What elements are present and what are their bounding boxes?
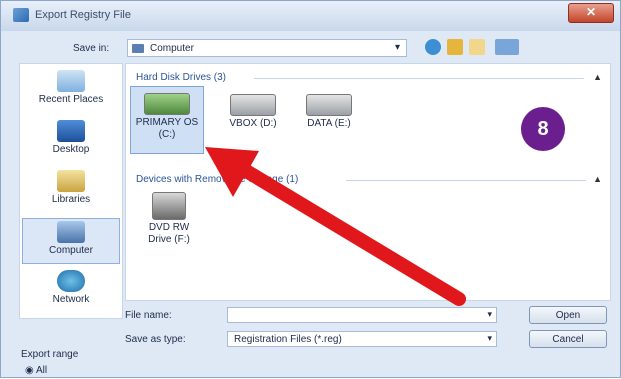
arrow-shaft (216, 150, 466, 306)
export-registry-dialog: Export Registry File ✕ Save in: Computer… (0, 0, 621, 378)
red-pointer-arrow (205, 147, 466, 306)
